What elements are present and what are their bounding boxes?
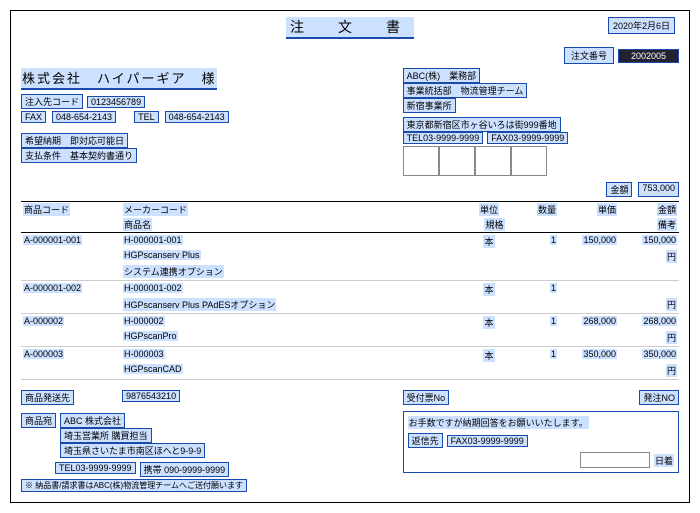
table-row: A-000003 H-000003 本 1 350,000 350,000 HGPscanC… xyxy=(21,347,679,380)
item-code: A-000002 xyxy=(23,316,64,326)
stamp-box xyxy=(511,146,547,176)
stamp-box xyxy=(475,146,511,176)
hdr-std: 規格 xyxy=(484,218,504,231)
amount-row: 金額 753,000 xyxy=(21,182,679,197)
amount-label: 金額 xyxy=(606,182,632,197)
desired-delivery: 希望納期 即対応可能日 xyxy=(21,133,128,148)
reply-box: お手数ですが納期回答をお願いいたします。 返信先 FAX03-9999-9999… xyxy=(403,411,679,473)
item-unit: 本 xyxy=(483,349,494,362)
item-qty: 1 xyxy=(550,349,557,359)
hdr-code: 商品コード xyxy=(23,203,70,216)
item-std: システム連携オプション xyxy=(123,265,224,278)
tel-value: 048-654-2143 xyxy=(165,111,229,123)
item-price: 350,000 xyxy=(582,349,617,359)
sender-company: ABC(株) 業務部 xyxy=(403,68,481,83)
item-maker: H-000001-002 xyxy=(123,283,183,293)
fax-value: 048-654-2143 xyxy=(52,111,116,123)
items-list: A-000001-001 H-000001-001 本 1 150,000 150,000… xyxy=(21,233,679,380)
hdr-amt: 金額 xyxy=(657,203,677,216)
title-row: 注 文 書 2020年2月6日 xyxy=(21,17,679,39)
reply-msg: お手数ですが納期回答をお願いいたします。 xyxy=(408,416,589,429)
sender-address: 東京都新宿区市ヶ谷いろは街999番地 xyxy=(403,117,561,132)
sender-fax: FAX03-9999-9999 xyxy=(487,132,568,144)
item-unit: 本 xyxy=(483,235,494,248)
doc-title: 注 文 書 xyxy=(286,17,414,39)
payment-terms: 支払条件 基本契約書通り xyxy=(21,148,137,163)
receipt-no-label: 受付票No xyxy=(403,390,450,405)
item-note: 円 xyxy=(666,298,677,311)
hdr-maker: メーカーコード xyxy=(123,203,188,216)
sender-dept: 事業統括部 物流管理チーム xyxy=(403,83,528,98)
reply-fax: FAX03-9999-9999 xyxy=(447,435,528,447)
header-grid: 株式会社 ハイパーギア 様 注入先コード 0123456789 FAX 048-… xyxy=(21,68,679,176)
customer-name: 株式会社 ハイパーギア 様 xyxy=(21,68,217,90)
reply-to-label: 返信先 xyxy=(408,433,443,448)
item-price: 268,000 xyxy=(582,316,617,326)
reply-date-box[interactable] xyxy=(580,452,650,468)
item-price: 150,000 xyxy=(582,235,617,245)
receipt-order-label: 発注NO xyxy=(639,390,679,405)
buyer-code-value: 0123456789 xyxy=(87,96,145,108)
table-row: A-000001-001 H-000001-001 本 1 150,000 150,000… xyxy=(21,233,679,281)
hdr-unit: 単位 xyxy=(479,203,499,216)
sender-block: ABC(株) 業務部 事業統括部 物流管理チーム 新宿事業所 東京都新宿区市ヶ谷… xyxy=(403,68,679,176)
ship-mobile: 携帯 090-9999-9999 xyxy=(140,462,230,477)
purchase-order-page: 注 文 書 2020年2月6日 注文番号 2002005 株式会社 ハイパーギア… xyxy=(10,10,690,503)
item-unit: 本 xyxy=(483,283,494,296)
order-number-value: 2002005 xyxy=(618,49,679,63)
reply-date-suffix: 日着 xyxy=(654,454,674,467)
tel-label: TEL xyxy=(134,111,159,123)
item-code: A-000003 xyxy=(23,349,64,359)
hdr-qty: 数量 xyxy=(537,203,557,216)
item-qty: 1 xyxy=(550,316,557,326)
stamp-box xyxy=(439,146,475,176)
ship-tel: TEL03-9999-9999 xyxy=(55,462,136,474)
item-name: HGPscanserv Plus xyxy=(123,250,201,260)
item-unit: 本 xyxy=(483,316,494,329)
hdr-price: 単価 xyxy=(597,203,617,216)
ship-code: 9876543210 xyxy=(122,390,180,402)
item-name: HGPscanserv Plus PAdESオプション xyxy=(123,298,276,311)
item-maker: H-000002 xyxy=(123,316,165,326)
order-number-row: 注文番号 2002005 xyxy=(21,47,679,64)
item-qty: 1 xyxy=(550,283,557,293)
ship-goods-label: 商品宛 xyxy=(21,413,56,428)
item-code: A-000001-002 xyxy=(23,283,82,293)
doc-date: 2020年2月6日 xyxy=(608,17,675,34)
item-note: 円 xyxy=(666,250,677,263)
item-maker: H-000001-001 xyxy=(123,235,183,245)
ship-to-label: 商品発送先 xyxy=(21,390,74,405)
item-amt: 268,000 xyxy=(642,316,677,326)
buyer-code-label: 注入先コード xyxy=(21,94,83,109)
table-row: A-000001-002 H-000001-002 本 1 HGPscanserv Pl… xyxy=(21,281,679,314)
item-note: 円 xyxy=(666,331,677,344)
shipping-block: 商品発送先 9876543210 商品宛 ABC 株式会社 埼玉営業所 購買担当… xyxy=(21,390,383,492)
item-code: A-000001-001 xyxy=(23,235,82,245)
stamp-box xyxy=(403,146,439,176)
ship-company: ABC 株式会社 xyxy=(60,413,125,428)
items-header: 商品コード メーカーコード 単位 数量 単価 金額 商品名 規格 備考 xyxy=(21,201,679,233)
item-amt: 150,000 xyxy=(642,235,677,245)
hdr-name: 商品名 xyxy=(123,218,152,231)
bottom-section: 商品発送先 9876543210 商品宛 ABC 株式会社 埼玉営業所 購買担当… xyxy=(21,390,679,492)
item-amt: 350,000 xyxy=(642,349,677,359)
table-row: A-000002 H-000002 本 1 268,000 268,000 HGPscanP… xyxy=(21,314,679,347)
ship-note: ※ 納品書/請求書はABC(株)物流管理チームへご送付願います xyxy=(21,479,247,492)
fax-label: FAX xyxy=(21,111,46,123)
customer-block: 株式会社 ハイパーギア 様 注入先コード 0123456789 FAX 048-… xyxy=(21,68,383,176)
item-maker: H-000003 xyxy=(123,349,165,359)
sender-office: 新宿事業所 xyxy=(403,98,456,113)
hdr-note: 備考 xyxy=(657,218,677,231)
stamp-row xyxy=(403,146,679,176)
sender-tel: TEL03-9999-9999 xyxy=(403,132,484,144)
item-note: 円 xyxy=(666,364,677,377)
ship-address: 埼玉県さいたま市南区ほへと9-9-9 xyxy=(60,443,205,458)
item-name: HGPscanCAD xyxy=(123,364,183,374)
reply-block: 受付票No 発注NO お手数ですが納期回答をお願いいたします。 返信先 FAX0… xyxy=(403,390,679,492)
item-qty: 1 xyxy=(550,235,557,245)
item-name: HGPscanPro xyxy=(123,331,178,341)
ship-dept: 埼玉営業所 購買担当 xyxy=(60,428,152,443)
amount-value: 753,000 xyxy=(638,182,679,197)
order-number-label: 注文番号 xyxy=(564,47,614,64)
